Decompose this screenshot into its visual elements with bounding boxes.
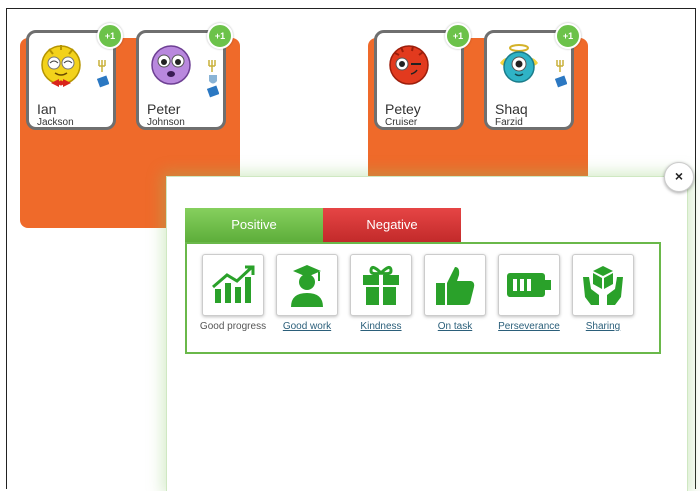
student-last-name: Johnson [147, 117, 185, 128]
chart-growth-icon [202, 254, 264, 316]
skill-label: Good work [282, 321, 332, 332]
avatar-angel-monster-icon [500, 44, 538, 83]
skill-label: Good progress [199, 321, 267, 332]
skill-kindness[interactable]: Kindness [347, 254, 415, 333]
skill-label: On task [437, 321, 473, 332]
points-badge: +1 [207, 23, 233, 49]
student-card-petey[interactable]: Petey Cruiser +1 [374, 23, 471, 130]
skill-label: Kindness [360, 321, 402, 332]
student-last-name: Cruiser [385, 117, 418, 128]
behaviour-icons [554, 59, 569, 94]
skill-good-progress[interactable]: Good progress [199, 254, 267, 333]
positive-skills-panel: Good progress Good work Kindness On task… [185, 242, 661, 354]
student-first-name: Peter [147, 101, 181, 117]
avatar-yellow-monster-icon [41, 45, 81, 87]
skill-good-work[interactable]: Good work [273, 254, 341, 333]
award-points-dialog: Positive Negative Good progress Good wor… [166, 176, 688, 491]
skill-sharing[interactable]: Sharing [569, 254, 637, 333]
behaviour-icons [206, 59, 221, 104]
student-first-name: Petey [385, 101, 421, 117]
points-badge: +1 [445, 23, 471, 49]
student-card-shaq[interactable]: Shaq Farzid +1 [484, 23, 581, 130]
points-badge: +1 [555, 23, 581, 49]
tab-positive[interactable]: Positive [185, 208, 323, 242]
tab-negative[interactable]: Negative [323, 208, 461, 242]
points-badge: +1 [97, 23, 123, 49]
behaviour-icons [96, 59, 111, 94]
student-first-name: Ian [37, 101, 57, 117]
hands-cube-icon [572, 254, 634, 316]
skill-label: Perseverance [498, 321, 560, 332]
graduate-icon [276, 254, 338, 316]
avatar-purple-monster-icon [151, 45, 191, 85]
skill-label: Sharing [585, 321, 621, 332]
student-first-name: Shaq [495, 101, 528, 117]
student-card-peter[interactable]: Peter Johnson +1 [136, 23, 233, 130]
battery-icon [498, 254, 560, 316]
skill-on-task[interactable]: On task [421, 254, 489, 333]
student-card-ian[interactable]: Ian Jackson +1 [26, 23, 123, 130]
skill-perseverance[interactable]: Perseverance [495, 254, 563, 333]
close-dialog-button[interactable]: × [664, 162, 694, 192]
gift-icon [350, 254, 412, 316]
student-last-name: Jackson [37, 117, 74, 128]
student-last-name: Farzid [495, 117, 523, 128]
avatar-red-monster-icon [389, 45, 429, 85]
thumbs-up-icon [424, 254, 486, 316]
